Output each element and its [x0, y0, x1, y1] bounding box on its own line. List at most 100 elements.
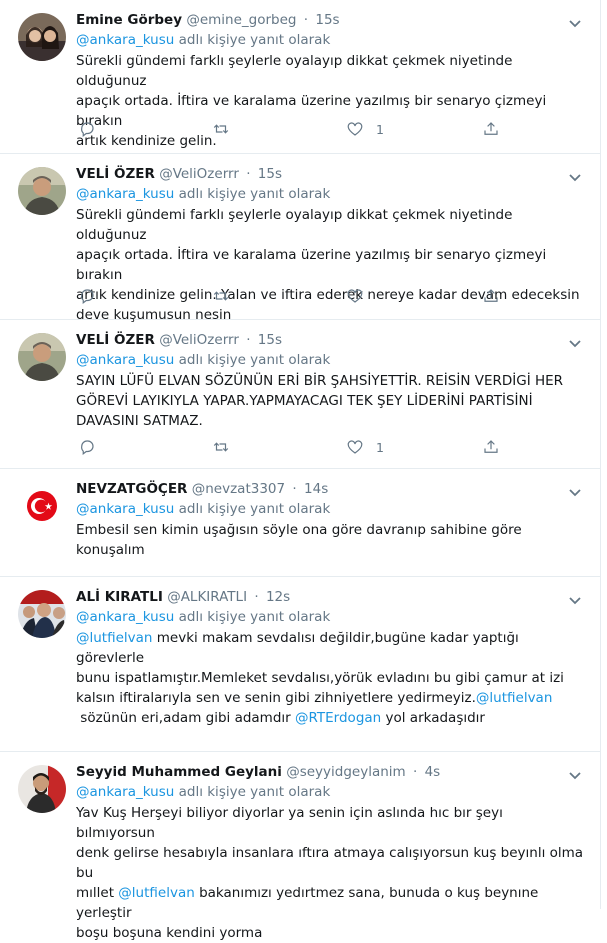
- reply-suffix: adlı kişiye yanıt olarak: [178, 186, 331, 202]
- reply-button[interactable]: [78, 437, 96, 457]
- mention-link[interactable]: @lutfielvan: [476, 690, 552, 706]
- mention-link[interactable]: @lutfielvan: [76, 630, 152, 646]
- separator-dot: ·: [303, 12, 309, 28]
- tweet-text-line: @lutfielvan mevki makam sevdalısı değild…: [76, 628, 586, 668]
- tweet-text-line: DAVASINI SATMAZ.: [76, 413, 203, 429]
- caret-down-icon[interactable]: [568, 483, 582, 497]
- mention-link[interactable]: @lutfielvan: [118, 885, 194, 901]
- caret-down-icon[interactable]: [568, 334, 582, 348]
- tweet-text-line: GÖREVİ LAYIKIYLA YAPAR.YAPMAYACAGI TEK Ş…: [76, 393, 533, 409]
- avatar[interactable]: [18, 13, 66, 61]
- tweet-text-line: denk gelirse hesabıyla insanlara ıftıra …: [76, 843, 586, 883]
- tweet-actions: [76, 286, 586, 308]
- tweet-text: Yav Kuş Herşeyi biliyor diyorlar ya seni…: [76, 803, 586, 943]
- reply-context: @ankara_kusu adlı kişiye yanıt olarak: [76, 782, 586, 802]
- reply-button[interactable]: [78, 119, 96, 139]
- user-handle[interactable]: @emine_gorbeg: [186, 12, 296, 28]
- reply-to-link[interactable]: @ankara_kusu: [76, 32, 174, 48]
- tweet-text-line: kalsın iftiralarıyla sen ve senin gibi z…: [76, 688, 586, 708]
- timestamp[interactable]: 4s: [425, 764, 441, 780]
- reply-suffix: adlı kişiye yanıt olarak: [178, 352, 331, 368]
- like-count: 1: [376, 439, 384, 455]
- like-icon: [347, 289, 363, 303]
- user-handle[interactable]: @seyyidgeylanim: [286, 764, 405, 780]
- retweet-button[interactable]: [212, 119, 230, 139]
- like-button[interactable]: 1: [346, 119, 384, 139]
- tweet-header: VELİ ÖZER @VeliOzerrr · 15s: [76, 164, 586, 184]
- like-button[interactable]: [346, 286, 364, 306]
- text-run: Yav Kuş Herşeyi biliyor diyorlar ya seni…: [76, 805, 503, 841]
- display-name[interactable]: VELİ ÖZER: [76, 332, 155, 348]
- reply-feed: Emine Görbey @emine_gorbeg · 15s @ankara…: [0, 0, 601, 941]
- timestamp[interactable]: 14s: [304, 481, 328, 497]
- text-run: bunu ispatlamıştır.Memleket sevdalısı,yö…: [76, 670, 564, 686]
- caret-down-icon[interactable]: [568, 14, 582, 28]
- tweet-header: NEVZATGÖÇER @nevzat3307 · 14s: [76, 479, 586, 499]
- caret-down-icon[interactable]: [568, 766, 582, 780]
- separator-dot: ·: [246, 332, 251, 348]
- avatar[interactable]: [18, 482, 66, 530]
- retweet-icon: [213, 291, 229, 301]
- reply-context: @ankara_kusu adlı kişiye yanıt olarak: [76, 30, 586, 50]
- timestamp[interactable]: 15s: [315, 12, 339, 28]
- reply-to-link[interactable]: @ankara_kusu: [76, 609, 174, 625]
- reply-button[interactable]: [78, 286, 96, 306]
- tweet[interactable]: Emine Görbey @emine_gorbeg · 15s @ankara…: [0, 0, 600, 154]
- reply-suffix: adlı kişiye yanıt olarak: [178, 501, 331, 517]
- share-button[interactable]: [482, 437, 500, 457]
- tweet-text-line: SAYIN LÜFÜ ELVAN SÖZÜNÜN ERİ BİR ŞAHSİYE…: [76, 373, 564, 389]
- separator-dot: ·: [292, 481, 297, 497]
- tweet[interactable]: ALİ KIRATLI @ALKIRATLI · 12s @ankara_kus…: [0, 577, 600, 752]
- reply-icon: [81, 122, 94, 137]
- reply-context: @ankara_kusu adlı kişiye yanıt olarak: [76, 184, 586, 204]
- separator-dot: ·: [254, 589, 259, 605]
- user-handle[interactable]: @VeliOzerrr: [159, 166, 239, 182]
- display-name[interactable]: ALİ KIRATLI: [76, 589, 163, 605]
- tweet-header: Seyyid Muhammed Geylani @seyyidgeylanim …: [76, 762, 586, 782]
- avatar[interactable]: [18, 167, 66, 215]
- caret-down-icon[interactable]: [568, 168, 582, 182]
- user-handle[interactable]: @VeliOzerrr: [159, 332, 239, 348]
- retweet-button[interactable]: [212, 286, 230, 306]
- display-name[interactable]: NEVZATGÖÇER: [76, 481, 187, 497]
- tweet[interactable]: NEVZATGÖÇER @nevzat3307 · 14s @ankara_ku…: [0, 469, 600, 577]
- retweet-button[interactable]: [212, 437, 230, 457]
- tweet[interactable]: VELİ ÖZER @VeliOzerrr · 15s @ankara_kusu…: [0, 320, 600, 469]
- reply-icon: [81, 440, 94, 455]
- user-handle[interactable]: @nevzat3307: [192, 481, 285, 497]
- mention-link[interactable]: @RTErdogan: [295, 710, 381, 726]
- display-name[interactable]: Seyyid Muhammed Geylani: [76, 764, 282, 780]
- share-icon: [484, 440, 498, 453]
- avatar[interactable]: [18, 590, 66, 638]
- share-icon: [484, 122, 498, 135]
- share-button[interactable]: [482, 119, 500, 139]
- caret-down-icon[interactable]: [568, 591, 582, 605]
- like-button[interactable]: 1: [346, 437, 384, 457]
- timestamp[interactable]: 15s: [258, 166, 282, 182]
- tweet-text-line: sözünün eri,adam gibi adamdır @RTErdogan…: [76, 708, 586, 728]
- timestamp[interactable]: 12s: [266, 589, 290, 605]
- tweet-text-line: boşu boşuna kendini yorma: [76, 923, 586, 943]
- like-count: 1: [376, 121, 384, 137]
- reply-suffix: adlı kişiye yanıt olarak: [178, 609, 331, 625]
- display-name[interactable]: VELİ ÖZER: [76, 166, 155, 182]
- reply-to-link[interactable]: @ankara_kusu: [76, 784, 174, 800]
- display-name[interactable]: Emine Görbey: [76, 12, 182, 28]
- text-run: sözünün eri,adam gibi adamdır: [76, 710, 295, 726]
- tweet-text-line: Sürekli gündemi farklı şeylerle oyalayıp…: [76, 53, 513, 89]
- reply-to-link[interactable]: @ankara_kusu: [76, 186, 174, 202]
- reply-to-link[interactable]: @ankara_kusu: [76, 352, 174, 368]
- reply-to-link[interactable]: @ankara_kusu: [76, 501, 174, 517]
- share-icon: [484, 289, 498, 302]
- text-run: mıllet: [76, 885, 119, 901]
- tweet[interactable]: Seyyid Muhammed Geylani @seyyidgeylanim …: [0, 752, 600, 941]
- avatar[interactable]: [18, 765, 66, 813]
- share-button[interactable]: [482, 286, 500, 306]
- timestamp[interactable]: 15s: [258, 332, 282, 348]
- user-handle[interactable]: @ALKIRATLI: [167, 589, 247, 605]
- tweet-text-line: Yav Kuş Herşeyi biliyor diyorlar ya seni…: [76, 803, 586, 843]
- like-icon: [347, 122, 363, 136]
- avatar[interactable]: [18, 333, 66, 381]
- text-run: boşu boşuna kendini yorma: [76, 925, 263, 941]
- tweet[interactable]: VELİ ÖZER @VeliOzerrr · 15s @ankara_kusu…: [0, 154, 600, 323]
